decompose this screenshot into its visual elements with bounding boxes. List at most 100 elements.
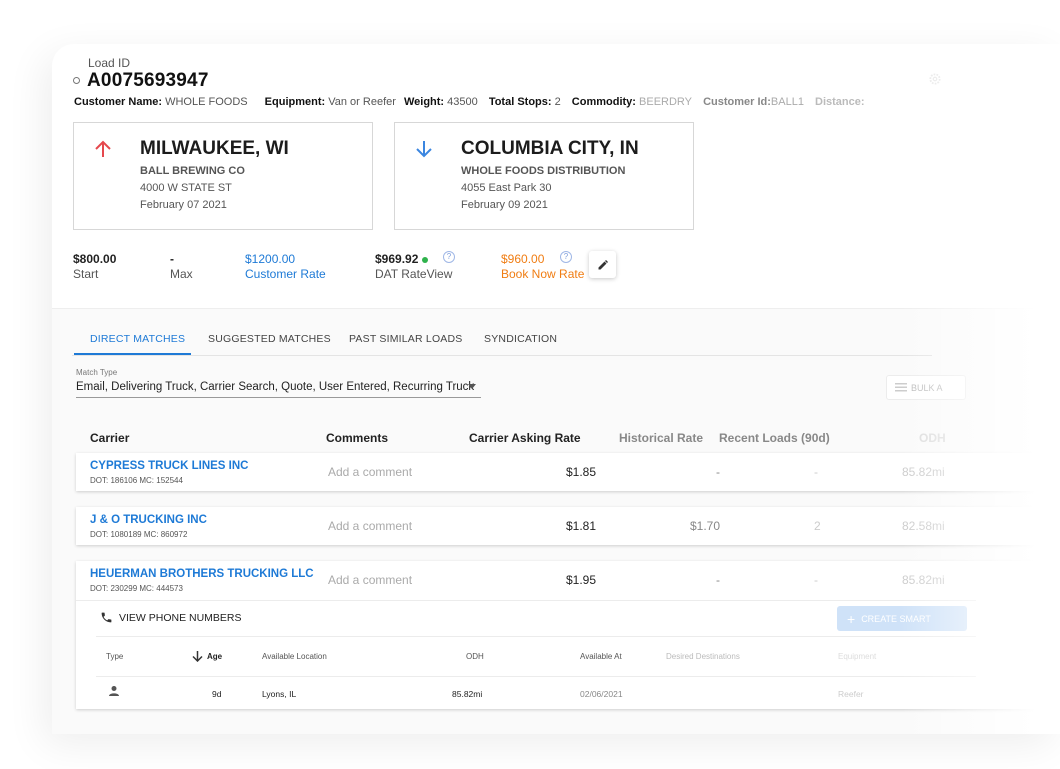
dat-rate-label: DAT RateView: [375, 267, 453, 281]
carrier-dot-mc: DOT: 1080189 MC: 860972: [90, 530, 188, 539]
recent-loads: -: [814, 465, 818, 479]
edit-rates-button[interactable]: [589, 251, 616, 278]
header-recent-loads[interactable]: Recent Loads (90d): [719, 431, 830, 445]
destination-city: COLUMBIA CITY, IN: [461, 138, 639, 159]
asking-rate: $1.95: [565, 573, 596, 587]
book-now-rate-value: $960.00: [501, 252, 545, 266]
load-id: A0075693947: [87, 70, 209, 91]
carrier-name-link[interactable]: HEUERMAN BROTHERS TRUCKING LLC: [90, 568, 314, 580]
table-row[interactable]: J & O TRUCKING INC DOT: 1080189 MC: 8609…: [76, 507, 1036, 545]
bulk-action-label: BULK A: [911, 382, 943, 393]
header-carrier[interactable]: Carrier: [90, 431, 129, 445]
comment-input[interactable]: Add a comment: [328, 573, 412, 587]
sub-header-odh: ODH: [466, 652, 484, 661]
truck-odh: 85.82mi: [452, 689, 483, 699]
historical-rate: -: [716, 573, 720, 587]
sub-header-equipment: Equipment: [838, 652, 877, 661]
dat-status-dot: [422, 256, 429, 263]
plus-icon: +: [847, 610, 856, 627]
book-now-rate-label: Book Now Rate: [501, 267, 585, 281]
sub-header-type: Type: [106, 652, 124, 661]
comment-input[interactable]: Add a comment: [328, 465, 412, 479]
max-rate-label: Max: [170, 267, 193, 281]
table-row[interactable]: CYPRESS TRUCK LINES INC DOT: 186106 MC: …: [76, 453, 1036, 491]
weight-label: Weight:: [403, 96, 445, 108]
total-stops-value: 2: [554, 96, 561, 108]
tab-past-similar-loads[interactable]: PAST SIMILAR LOADS: [349, 333, 463, 345]
load-detail-card: Load ID A0075693947 Customer Name: WHOLE…: [52, 44, 1060, 734]
match-type-label: Match Type: [76, 368, 118, 377]
book-now-help-icon[interactable]: ?: [560, 251, 572, 263]
total-stops-label: Total Stops:: [488, 96, 552, 108]
customer-rate-link[interactable]: Customer Rate: [245, 267, 326, 281]
sort-arrow-down-icon[interactable]: [192, 650, 203, 662]
view-phone-numbers-button[interactable]: VIEW PHONE NUMBERS: [100, 611, 242, 624]
start-rate-value: $800.00: [73, 252, 117, 266]
carrier-dot-mc: DOT: 186106 MC: 152544: [90, 476, 183, 485]
match-type-select[interactable]: Email, Delivering Truck, Carrier Search,…: [76, 381, 474, 393]
header-historical-rate[interactable]: Historical Rate: [619, 431, 703, 445]
origin-city: MILWAUKEE, WI: [140, 138, 289, 159]
origin-shipper: BALL BREWING CO: [140, 165, 245, 177]
person-icon: [109, 686, 119, 696]
sub-header-location: Available Location: [262, 652, 327, 661]
bulk-action-button[interactable]: BULK A: [886, 375, 966, 400]
truck-age: 9d: [212, 689, 222, 699]
destination-address: 4055 East Park 30: [461, 182, 552, 194]
distance-label: Distance:: [815, 96, 865, 108]
header-comments[interactable]: Comments: [326, 431, 388, 445]
asking-rate: $1.85: [565, 465, 596, 479]
weight-value: 43500: [447, 96, 478, 108]
active-tab-indicator: [74, 353, 191, 355]
start-rate-label: Start: [73, 267, 99, 281]
historical-rate: -: [716, 465, 720, 479]
origin-stop-card: MILWAUKEE, WI BALL BREWING CO 4000 W STA…: [73, 122, 373, 230]
historical-rate: $1.70: [689, 519, 720, 533]
tabs-baseline: [72, 355, 932, 356]
view-phone-numbers-label: VIEW PHONE NUMBERS: [119, 611, 242, 624]
carrier-name-link[interactable]: CYPRESS TRUCK LINES INC: [90, 460, 248, 472]
truck-location: Lyons, IL: [262, 689, 297, 699]
customer-rate-value: $1200.00: [245, 252, 296, 266]
header-odh[interactable]: ODH: [919, 431, 946, 445]
recent-loads: -: [814, 573, 818, 587]
origin-address: 4000 W STATE ST: [140, 182, 232, 194]
odh-value: 85.82mi: [902, 573, 945, 587]
dat-help-icon[interactable]: ?: [443, 251, 455, 263]
match-type-underline: [76, 397, 481, 398]
carrier-dot-mc: DOT: 230299 MC: 444573: [90, 584, 183, 593]
load-meta-row: Customer Name: WHOLE FOODS Equipment: Va…: [74, 96, 865, 108]
customer-id-value: BALL1: [770, 96, 804, 108]
sub-header-age[interactable]: Age: [207, 652, 222, 661]
table-row-expanded[interactable]: HEUERMAN BROTHERS TRUCKING LLC DOT: 2302…: [76, 561, 1036, 709]
equipment-label: Equipment:: [264, 96, 326, 108]
header-asking-rate[interactable]: Carrier Asking Rate: [469, 431, 581, 445]
customer-name-label: Customer Name:: [74, 96, 163, 108]
edit-pencil-icon: [598, 259, 608, 269]
create-smart-button[interactable]: + CREATE SMART: [837, 606, 967, 631]
sub-header-desired-destinations: Desired Destinations: [666, 652, 740, 661]
customer-id-label: Customer Id:: [703, 96, 771, 108]
status-circle-icon: [73, 77, 80, 84]
dat-rate-amount: $969.92: [375, 252, 419, 266]
dat-rate-value: $969.92: [375, 252, 429, 266]
origin-date: February 07 2021: [140, 199, 227, 211]
comment-input[interactable]: Add a comment: [328, 519, 412, 533]
sub-header-available-at: Available At: [580, 652, 622, 661]
destination-date: February 09 2021: [461, 199, 548, 211]
tab-direct-matches[interactable]: DIRECT MATCHES: [90, 333, 185, 345]
commodity-label: Commodity:: [571, 96, 636, 108]
arrow-down-icon: [416, 141, 432, 158]
tab-syndication[interactable]: SYNDICATION: [484, 333, 557, 345]
tab-suggested-matches[interactable]: SUGGESTED MATCHES: [208, 333, 331, 345]
odh-value: 82.58mi: [902, 519, 945, 533]
destination-stop-card: COLUMBIA CITY, IN WHOLE FOODS DISTRIBUTI…: [394, 122, 694, 230]
truck-equipment: Reefer: [838, 689, 864, 699]
details-divider: [96, 636, 976, 637]
gear-icon[interactable]: [928, 72, 942, 86]
equipment-value: Van or Reefer: [328, 96, 396, 108]
phone-icon: [101, 612, 112, 623]
dropdown-caret-icon[interactable]: [468, 384, 476, 389]
truck-available-at: 02/06/2021: [580, 689, 623, 699]
carrier-name-link[interactable]: J & O TRUCKING INC: [90, 514, 207, 526]
